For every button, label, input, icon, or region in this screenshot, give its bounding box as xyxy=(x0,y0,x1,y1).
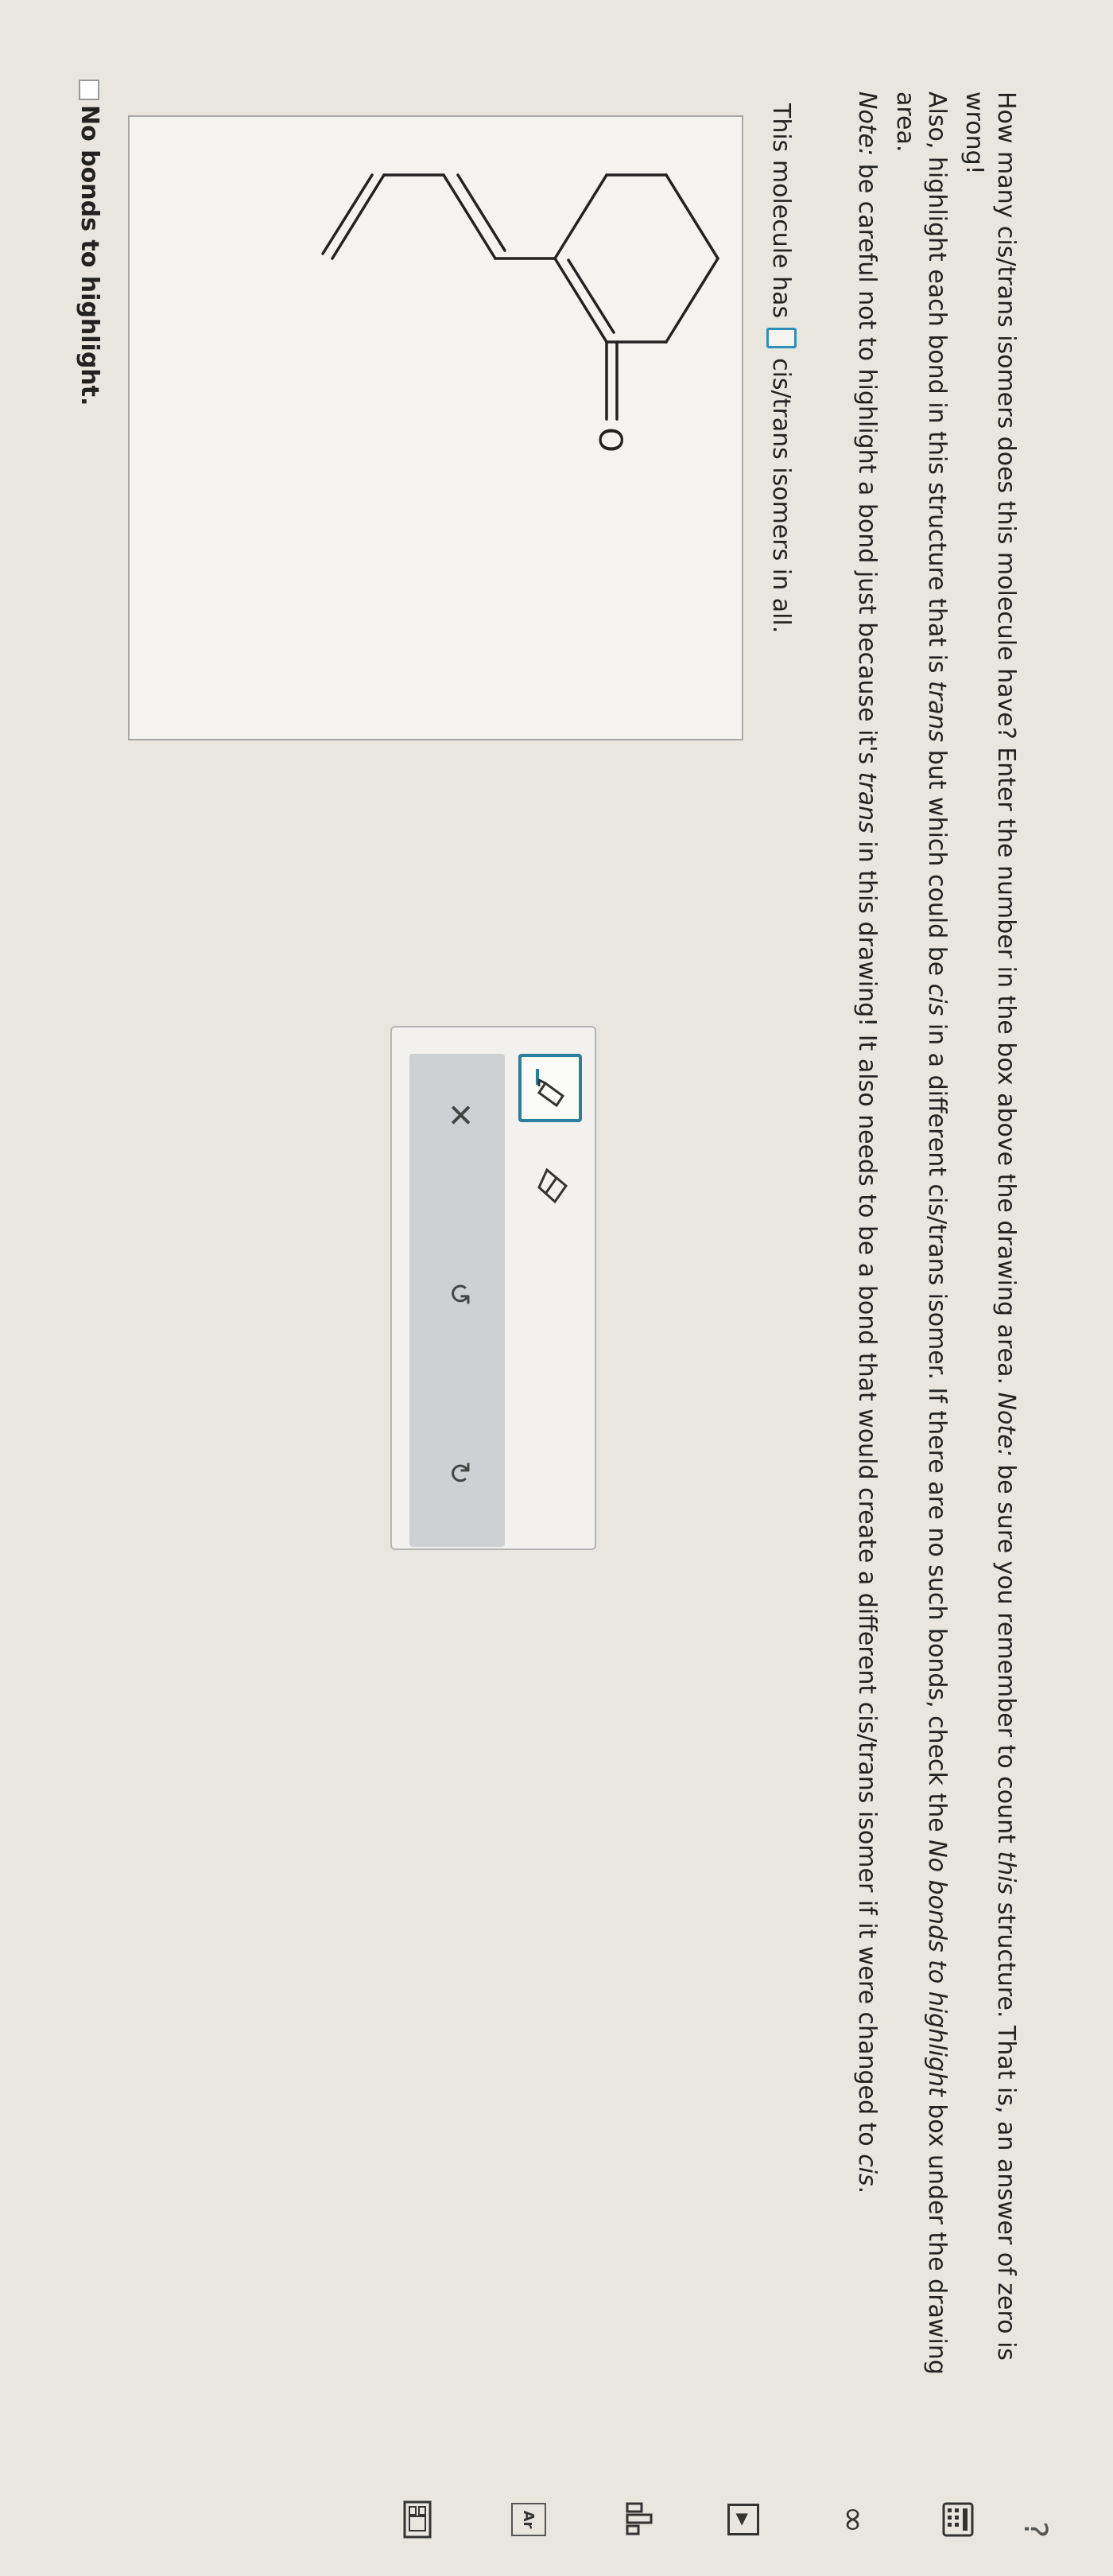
terminal-double-bond[interactable] xyxy=(331,173,386,260)
periodic-table-icon xyxy=(403,2500,432,2539)
answer-suffix: cis/trans isomers in all. xyxy=(767,358,796,634)
emphasis-text: cis xyxy=(923,983,951,1016)
ring-bond[interactable] xyxy=(665,173,719,260)
clear-button[interactable]: ✕ xyxy=(434,1090,485,1140)
help-icon: ? xyxy=(1017,2521,1053,2539)
play-button[interactable]: ▶ xyxy=(723,2497,763,2542)
emphasis-text: trans xyxy=(923,681,951,743)
play-glyph: ▶ xyxy=(734,2513,753,2526)
drawing-area[interactable]: O xyxy=(128,115,743,740)
answer-sentence: This molecule has cis/trans isomers in a… xyxy=(766,103,797,633)
instruction-text-part: in a different cis/trans isomer. If ther… xyxy=(923,1016,951,1840)
chain-double-bond[interactable] xyxy=(442,173,497,260)
ring-double-bond[interactable] xyxy=(553,257,608,344)
note-label: Note: xyxy=(992,1392,1020,1457)
no-bonds-checkbox[interactable] xyxy=(79,80,100,100)
answer-prefix: This molecule has xyxy=(767,103,796,319)
highlighter-tool-button[interactable] xyxy=(518,1054,582,1122)
note-text-part: be careful not to highlight a bond just … xyxy=(853,156,881,772)
caution-note: Note: be careful not to highlight a bond… xyxy=(851,91,882,2438)
question-text-part: How many cis/trans isomers does this mol… xyxy=(992,91,1020,1393)
instruction-text-part: but which could be xyxy=(923,742,951,984)
note-text-part: . xyxy=(853,2186,881,2194)
emphasis-text: trans xyxy=(853,771,881,833)
element-symbol: Ar xyxy=(520,2510,537,2529)
calculator-icon xyxy=(942,2502,974,2537)
infinity-button[interactable]: ∞ xyxy=(835,2497,874,2542)
isomer-count-input[interactable] xyxy=(766,328,797,349)
question-text-part: be sure you remember to count xyxy=(992,1456,1020,1851)
question-page: How many cis/trans isomers does this mol… xyxy=(0,0,1113,2576)
highlight-instructions: Also, highlight each bond in this struct… xyxy=(889,91,952,2438)
help-button[interactable]: ? xyxy=(1017,2521,1053,2538)
play-icon: ▶ xyxy=(727,2504,759,2535)
eraser-icon xyxy=(537,1168,568,1204)
note-text-part: in this drawing! It also needs to be a b… xyxy=(853,833,881,2154)
periodic-table-button[interactable] xyxy=(398,2497,437,2542)
redo-button[interactable]: ↻ xyxy=(434,1447,485,1498)
emphasis-text: this xyxy=(992,1851,1020,1895)
element-lookup-button[interactable]: Ar xyxy=(509,2497,549,2542)
note-label: Note: xyxy=(853,91,881,157)
calculator-button[interactable] xyxy=(938,2497,978,2542)
ring-double-bond-inner xyxy=(567,258,615,334)
redo-icon: ↻ xyxy=(443,1460,476,1486)
clear-icon: ✕ xyxy=(441,1102,478,1129)
no-bonds-label: No bonds to highlight. xyxy=(76,105,103,406)
question-text: How many cis/trans isomers does this mol… xyxy=(958,91,1022,2438)
oxygen-atom-label: O xyxy=(591,427,628,452)
emphasis-text: No bonds to highlight xyxy=(923,1840,951,2096)
eraser-tool-button[interactable] xyxy=(525,1155,582,1217)
no-bonds-option[interactable]: No bonds to highlight. xyxy=(76,80,103,406)
infinity-icon: ∞ xyxy=(835,2505,874,2534)
undo-button[interactable]: ↺ xyxy=(434,1269,485,1319)
highlighter-icon xyxy=(536,1069,565,1108)
instruction-text-part: Also, highlight each bond in this struct… xyxy=(923,91,951,682)
bar-chart-icon xyxy=(626,2502,653,2535)
chain-double-bond-second xyxy=(456,173,506,252)
undo-icon: ↺ xyxy=(443,1281,476,1307)
molecule-structure: O xyxy=(321,173,719,453)
emphasis-text: cis xyxy=(853,2154,881,2186)
ring-bond[interactable] xyxy=(553,173,608,260)
terminal-double-bond-second xyxy=(321,173,374,255)
element-ar-icon: Ar xyxy=(511,2503,546,2536)
data-chart-button[interactable] xyxy=(620,2497,660,2542)
ring-bond[interactable] xyxy=(665,257,719,344)
